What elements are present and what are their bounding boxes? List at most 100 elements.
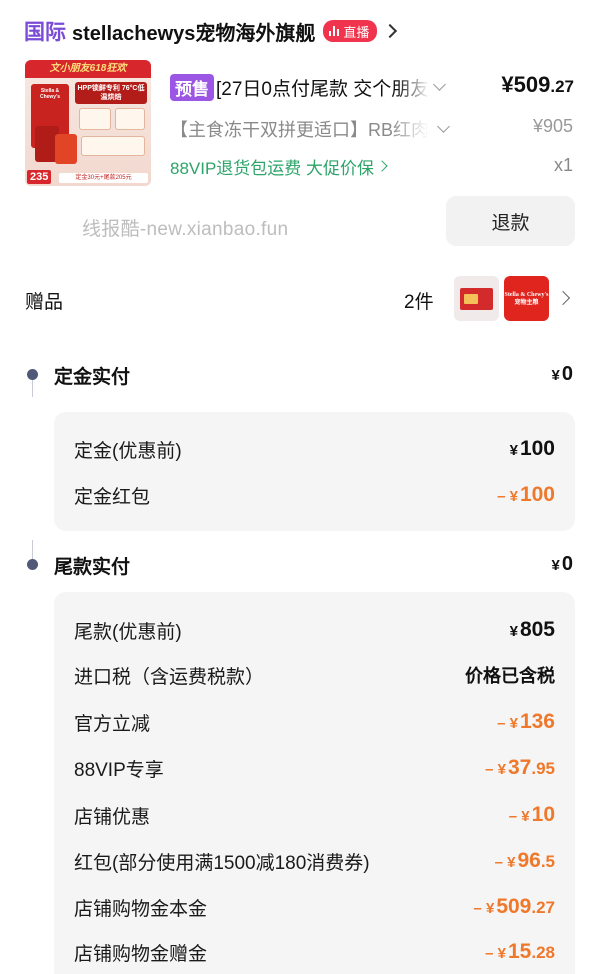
balance-amount: ¥0: [552, 553, 573, 576]
live-bars-icon: [329, 26, 340, 36]
currency-prefix: – ¥: [473, 900, 495, 917]
value-dec: .28: [531, 943, 555, 962]
chevron-right-icon[interactable]: [555, 290, 571, 306]
live-label: 直播: [343, 24, 370, 40]
balance-row-label: 官方立减: [74, 713, 151, 735]
balance-amount-value: 0: [561, 553, 573, 575]
product-sku-row[interactable]: 【主食冻干双拼更适口】RB红肉: [170, 114, 450, 144]
balance-title: 尾款实付: [54, 557, 131, 578]
product-price: ¥509.27: [501, 72, 574, 98]
product-sku[interactable]: 【主食冻干双拼更适口】RB红肉: [170, 116, 429, 142]
balance-row-label: 红包(部分使用满1500减180消费券): [74, 852, 370, 874]
value-int: 509: [496, 895, 532, 918]
currency-prefix: – ¥: [497, 488, 518, 505]
balance-row-label: 88VIP专享: [74, 759, 164, 781]
balance-row: 尾款(优惠前) ¥805: [74, 615, 555, 645]
product-title[interactable]: [27日0点付尾款 交个朋友: [216, 74, 429, 101]
timeline-dot: [27, 559, 38, 570]
original-price: ¥905: [532, 116, 573, 136]
value-int: 805: [519, 618, 555, 641]
balance-row: 红包(部分使用满1500减180消费券) – ¥96.5: [74, 846, 555, 876]
balance-row: 店铺优惠 – ¥10: [74, 800, 555, 830]
chevron-right-icon[interactable]: [383, 23, 398, 39]
international-tag: 国际: [24, 21, 66, 44]
gift-count[interactable]: 2件: [404, 287, 434, 314]
product-image-price: 235: [27, 170, 52, 184]
watermark: 线报酷-new.xianbao.fun: [82, 219, 289, 240]
balance-row-value: – ¥96.5: [495, 849, 555, 873]
balance-row-value: – ¥10: [509, 803, 555, 827]
deposit-amount: ¥0: [552, 363, 573, 386]
chevron-right-icon[interactable]: [376, 160, 388, 172]
value-dec: .27: [531, 898, 555, 917]
balance-card: 尾款(优惠前) ¥805 进口税（含运费税款） 价格已含税 官方立减 – ¥13…: [54, 592, 575, 974]
deposit-row-value: ¥100: [510, 437, 555, 461]
deposit-amount-value: 0: [561, 363, 573, 385]
vip-service-text[interactable]: 88VIP退货包运费 大促价保: [170, 154, 374, 179]
product-image-banner: 文小朋友618狂欢: [25, 60, 151, 78]
vip-service-row[interactable]: 88VIP退货包运费 大促价保: [170, 151, 388, 181]
gift-thumbnail[interactable]: Stella & Chewy's 宠物主粮: [504, 276, 549, 321]
gift-thumbnail[interactable]: [454, 276, 499, 321]
product-box-shape: [81, 136, 145, 156]
quantity: x1: [553, 155, 573, 175]
store-header[interactable]: 国际 stellachewys宠物海外旗舰 直播: [24, 14, 398, 48]
balance-row-value: – ¥136: [497, 710, 555, 734]
product-price-dec: .27: [550, 77, 574, 96]
chevron-down-icon[interactable]: [433, 78, 447, 91]
balance-row-label: 进口税（含运费税款）: [74, 666, 265, 688]
value-int: 37: [508, 756, 532, 779]
product-image-brand: Stella & Chewy's: [39, 88, 61, 100]
refund-button[interactable]: 退款: [446, 196, 575, 246]
currency-prefix: ¥: [509, 623, 518, 640]
value-dec: .5: [540, 852, 555, 871]
currency-prefix: – ¥: [485, 945, 506, 962]
product-bag-shape: [55, 134, 77, 164]
currency-prefix: ¥: [509, 442, 518, 459]
currency-prefix: – ¥: [497, 715, 518, 732]
gift-box-shape: [460, 288, 493, 310]
deposit-title: 定金实付: [54, 367, 131, 388]
product-price-int: ¥509: [501, 72, 551, 97]
balance-row-label: 店铺购物金赠金: [74, 943, 208, 965]
product-image[interactable]: 文小朋友618狂欢 Stella & Chewy's HPP锁鲜专利 76°C低…: [25, 60, 151, 186]
deposit-row: 定金(优惠前) ¥100: [74, 434, 555, 464]
product-box-shape: [79, 108, 111, 130]
balance-row-value: ¥805: [510, 618, 555, 642]
balance-row-label: 尾款(优惠前): [74, 621, 182, 643]
currency-prefix: – ¥: [485, 761, 506, 778]
value-int: 100: [519, 437, 555, 460]
deposit-row-value: – ¥100: [497, 483, 555, 507]
product-image-headline: HPP锁鲜专利 76°C低温烘焙: [75, 82, 147, 104]
deposit-card: 定金(优惠前) ¥100 定金红包 – ¥100: [54, 412, 575, 531]
store-name[interactable]: stellachewys宠物海外旗舰: [72, 17, 315, 46]
balance-row-label: 店铺购物金本金: [74, 898, 208, 920]
chevron-down-icon[interactable]: [437, 120, 450, 133]
value-int: 10: [531, 803, 555, 826]
product-title-row[interactable]: 预售 [27日0点付尾款 交个朋友: [170, 72, 447, 102]
currency-prefix: – ¥: [494, 854, 516, 871]
balance-row-value: – ¥509.27: [473, 895, 555, 919]
balance-row-value: 价格已含税: [465, 666, 555, 686]
gift-label: 赠品: [25, 292, 64, 313]
value-dec: .95: [531, 759, 555, 778]
balance-row: 官方立减 – ¥136: [74, 707, 555, 737]
live-badge[interactable]: 直播: [323, 20, 378, 42]
product-box-shape: [115, 108, 145, 130]
balance-row: 店铺购物金本金 – ¥509.27: [74, 892, 555, 922]
deposit-yen: ¥: [551, 367, 560, 384]
deposit-row-label: 定金(优惠前): [74, 440, 182, 462]
balance-row-value: – ¥37.95: [485, 756, 555, 780]
presale-badge: 预售: [170, 73, 214, 101]
balance-row-value: – ¥15.28: [485, 940, 555, 964]
deposit-row-label: 定金红包: [74, 486, 151, 508]
value-int: 136: [519, 710, 555, 733]
timeline-dot: [27, 369, 38, 380]
gift-thumbnail-text: Stella & Chewy's 宠物主粮: [504, 291, 549, 306]
deposit-row: 定金红包 – ¥100: [74, 480, 555, 510]
balance-row: 店铺购物金赠金 – ¥15.28: [74, 937, 555, 967]
balance-row: 进口税（含运费税款） 价格已含税: [74, 660, 555, 690]
product-image-note: 定金30元+尾款205元: [59, 173, 148, 183]
value-int: 96: [517, 849, 541, 872]
currency-prefix: – ¥: [508, 808, 530, 825]
